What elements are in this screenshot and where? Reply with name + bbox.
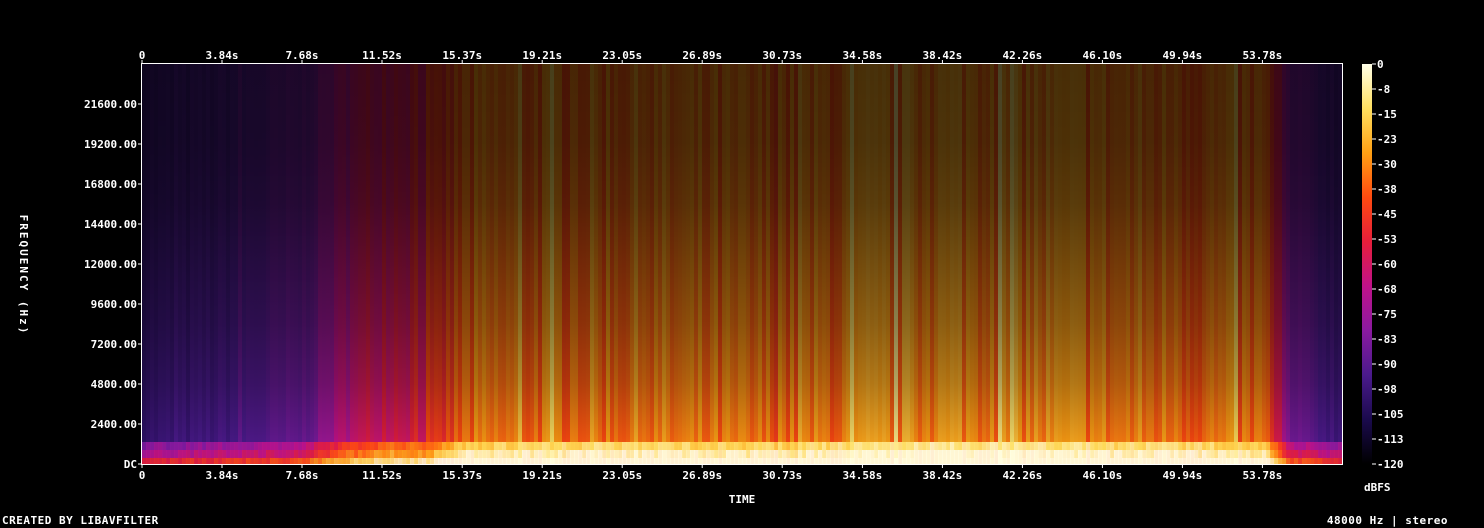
x-tick-label-top: 46.10s xyxy=(1083,49,1123,62)
spectrogram-plot-area xyxy=(142,64,1342,464)
colorbar-tick-label: -23 xyxy=(1377,133,1397,146)
x-tick-label-top: 42.26s xyxy=(1003,49,1043,62)
x-tick-label-bottom: 30.73s xyxy=(762,469,802,482)
x-tick-label-bottom: 23.05s xyxy=(602,469,642,482)
x-tick-label-top: 34.58s xyxy=(843,49,883,62)
x-tick-label-bottom: 11.52s xyxy=(362,469,402,482)
y-tick-label: 4800.00 xyxy=(91,378,137,391)
y-axis-ticks: DC 2400.00 4800.00 7200.00 9600.00 12000.00 14… xyxy=(84,98,142,471)
x-tick-label-top: 15.37s xyxy=(442,49,482,62)
x-tick-label-top: 49.94s xyxy=(1163,49,1203,62)
x-axis-label: TIME xyxy=(729,493,756,506)
y-tick-label: DC xyxy=(124,458,137,471)
colorbar-tick-label: 0 xyxy=(1377,58,1384,71)
x-tick-label-top: 53.78s xyxy=(1243,49,1283,62)
x-tick-label-bottom: 42.26s xyxy=(1003,469,1043,482)
x-tick-label-bottom: 38.42s xyxy=(923,469,963,482)
spectrogram-chart: 0 0 3.84s 3.84s 7.68s 7.68s 11.52s 11.52s 15.37s… xyxy=(17,49,1404,506)
x-tick-label-top: 30.73s xyxy=(762,49,802,62)
colorbar xyxy=(1362,64,1372,464)
y-tick-label: 21600.00 xyxy=(84,98,137,111)
colorbar-tick-label: -15 xyxy=(1377,108,1397,121)
y-tick-label: 16800.00 xyxy=(84,178,137,191)
x-tick-label-top: 26.89s xyxy=(682,49,722,62)
colorbar-tick-label: -83 xyxy=(1377,333,1397,346)
y-tick-label: 12000.00 xyxy=(84,258,137,271)
y-tick-label: 14400.00 xyxy=(84,218,137,231)
x-tick-label-bottom: 19.21s xyxy=(522,469,562,482)
footer-credit: CREATED BY LIBAVFILTER xyxy=(2,514,159,527)
x-tick-label-bottom: 3.84s xyxy=(205,469,238,482)
x-tick-label-top: 11.52s xyxy=(362,49,402,62)
colorbar-tick-label: -98 xyxy=(1377,383,1397,396)
x-tick-label-bottom: 46.10s xyxy=(1083,469,1123,482)
x-tick-label-bottom: 7.68s xyxy=(285,469,318,482)
colorbar-tick-label: -105 xyxy=(1377,408,1404,421)
x-tick-label-bottom: 15.37s xyxy=(442,469,482,482)
x-tick-label-top: 38.42s xyxy=(923,49,963,62)
colorbar-tick-label: -45 xyxy=(1377,208,1397,221)
colorbar-tick-label: -8 xyxy=(1377,83,1390,96)
colorbar-tick-label: -90 xyxy=(1377,358,1397,371)
colorbar-tick-label: -113 xyxy=(1377,433,1404,446)
y-axis-label: FREQUENCY (Hz) xyxy=(17,215,30,336)
colorbar-tick-label: -75 xyxy=(1377,308,1397,321)
colorbar-tick-label: -30 xyxy=(1377,158,1397,171)
x-tick-label-top: 23.05s xyxy=(602,49,642,62)
footer-audio-info: 48000 Hz | stereo xyxy=(1326,514,1448,527)
colorbar-tick-label: -120 xyxy=(1377,458,1404,471)
x-tick-label-top: 3.84s xyxy=(205,49,238,62)
x-tick-label-top: 0 xyxy=(139,49,146,62)
y-tick-label: 7200.00 xyxy=(91,338,137,351)
x-tick-label-top: 19.21s xyxy=(522,49,562,62)
x-tick-label-top: 7.68s xyxy=(285,49,318,62)
colorbar-tick-label: -68 xyxy=(1377,283,1397,296)
colorbar-tick-label: -53 xyxy=(1377,233,1397,246)
y-tick-label: 19200.00 xyxy=(84,138,137,151)
x-tick-label-bottom: 0 xyxy=(139,469,146,482)
colorbar-label: dBFS xyxy=(1364,481,1391,494)
colorbar-tick-label: -38 xyxy=(1377,183,1397,196)
x-tick-label-bottom: 53.78s xyxy=(1243,469,1283,482)
x-tick-label-bottom: 49.94s xyxy=(1163,469,1203,482)
colorbar-tick-label: -60 xyxy=(1377,258,1397,271)
y-tick-label: 9600.00 xyxy=(91,298,137,311)
x-tick-label-bottom: 34.58s xyxy=(843,469,883,482)
x-tick-label-bottom: 26.89s xyxy=(682,469,722,482)
colorbar-ticks: 0 -8 -15 -23 -30 -38 -45 -53 -60 -68 -75 -83 -90 -98 -… xyxy=(1372,58,1404,471)
y-tick-label: 2400.00 xyxy=(91,418,137,431)
